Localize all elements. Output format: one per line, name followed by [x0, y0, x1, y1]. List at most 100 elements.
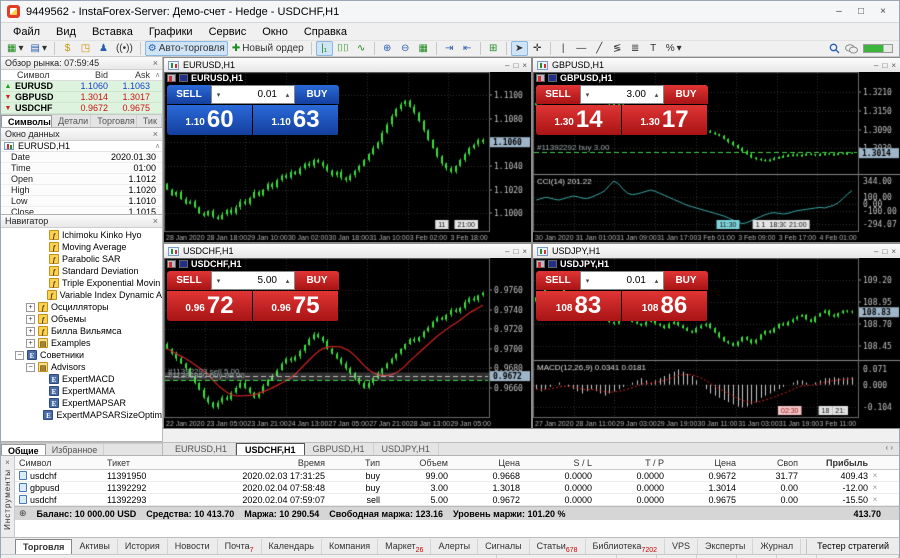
buy-price[interactable]: 10886	[622, 291, 707, 321]
buy-price[interactable]: 1.1063	[253, 105, 338, 135]
chart-close-icon[interactable]: ×	[891, 61, 896, 70]
lot-size-stepper[interactable]: ▾0.01▴	[580, 271, 664, 290]
navigator-item[interactable]: E ExpertMAPSARSizeOptim	[1, 409, 162, 421]
chart-minimize-icon[interactable]: –	[505, 247, 509, 256]
market-watch-icon[interactable]: $	[59, 41, 76, 56]
buy-button[interactable]: BUY	[664, 85, 708, 104]
menu-item[interactable]: Окно	[254, 25, 296, 39]
line-chart-icon[interactable]: ∿	[353, 41, 370, 56]
auto-scroll-icon[interactable]: ⇥	[441, 41, 458, 56]
chart-restore-icon[interactable]: □	[513, 247, 518, 256]
tree-expander-icon[interactable]	[37, 399, 46, 408]
menu-item[interactable]: Вид	[48, 25, 84, 39]
minimize-button[interactable]: –	[829, 4, 849, 20]
new-chart-button[interactable]: ▦▾	[4, 41, 26, 56]
terminal-tab[interactable]: Эксперты	[698, 539, 753, 554]
lot-increase-icon[interactable]: ▴	[650, 91, 663, 99]
bar-chart-icon[interactable]: |₁	[316, 41, 333, 56]
chart-tab[interactable]: GBPUSD,H1	[305, 443, 374, 455]
crosshair-icon[interactable]: ✛	[529, 41, 546, 56]
tab-scroll-arrows[interactable]: ‹ ›	[885, 443, 899, 455]
tree-expander-icon[interactable]: +	[26, 315, 35, 324]
navigator-item[interactable]: + f Билла Вильямса	[1, 325, 162, 337]
navigator-item[interactable]: E ExpertMAPSAR	[1, 397, 162, 409]
terminal-tab[interactable]: Алерты	[431, 539, 478, 554]
terminal-tab[interactable]: Сигналы	[478, 539, 530, 554]
market-watch-close-icon[interactable]: ×	[153, 58, 158, 68]
menu-item[interactable]: Сервис	[201, 25, 255, 39]
menu-item[interactable]: Файл	[5, 25, 48, 39]
buy-price[interactable]: 1.3017	[622, 105, 707, 135]
scroll-up-icon[interactable]: ∧	[153, 71, 162, 79]
search-icon[interactable]	[829, 43, 840, 54]
chart-close-icon[interactable]: ×	[522, 61, 527, 70]
horizontal-line-icon[interactable]: —	[573, 41, 590, 56]
market-watch-tab[interactable]: Торговля	[91, 115, 137, 127]
close-position-icon[interactable]: ×	[868, 483, 882, 492]
chart-close-icon[interactable]: ×	[891, 247, 896, 256]
terminal-side-label[interactable]: Инструменты	[3, 469, 12, 530]
menu-item[interactable]: Справка	[296, 25, 355, 39]
position-row[interactable]: gbpusd 11392292 2020.02.04 07:58:48 buy …	[15, 482, 899, 494]
chart-restore-icon[interactable]: □	[882, 61, 887, 70]
market-watch-row[interactable]: ▲ EURUSD 1.1060 1.1063	[1, 81, 162, 92]
terminal-tab[interactable]: Торговля	[15, 539, 72, 554]
menu-item[interactable]: Графики	[141, 25, 201, 39]
data-window-close-icon[interactable]: ×	[153, 129, 158, 139]
candlestick-chart-icon[interactable]: ⌷⌷	[334, 41, 352, 56]
terminal-tab[interactable]: Статьи678	[530, 539, 586, 554]
terminal-tab[interactable]: Активы	[72, 539, 117, 554]
chart-minimize-icon[interactable]: –	[874, 247, 878, 256]
market-watch-row[interactable]: ▼ USDCHF 0.9672 0.9675	[1, 103, 162, 114]
indicators-icon[interactable]: ⊞	[485, 41, 502, 56]
text-label-icon[interactable]: T	[645, 41, 662, 56]
maximize-button[interactable]: □	[851, 4, 871, 20]
chart-shift-icon[interactable]: ⇤	[459, 41, 476, 56]
chart-minimize-icon[interactable]: –	[505, 61, 509, 70]
tree-expander-icon[interactable]	[31, 411, 40, 420]
fibonacci-icon[interactable]: ≶	[609, 41, 626, 56]
close-button[interactable]: ×	[873, 4, 893, 20]
terminal-close-icon[interactable]: ×	[5, 458, 10, 467]
tree-expander-icon[interactable]: +	[26, 339, 35, 348]
chart-tab[interactable]: USDCHF,H1	[236, 443, 305, 455]
sell-price[interactable]: 0.9672	[167, 291, 252, 321]
navigator-item[interactable]: + f Осцилляторы	[1, 301, 162, 313]
tree-expander-icon[interactable]: −	[26, 363, 35, 372]
arrows-icon[interactable]: %▾	[663, 41, 685, 56]
cursor-icon[interactable]: ➤	[511, 41, 528, 56]
terminal-tab[interactable]: История	[118, 539, 168, 554]
sell-button[interactable]: SELL	[536, 271, 580, 290]
sell-button[interactable]: SELL	[167, 85, 211, 104]
buy-button[interactable]: BUY	[295, 271, 339, 290]
navigator-item[interactable]: f Ichimoku Kinko Hyo	[1, 229, 162, 241]
terminal-tab[interactable]: Календарь	[262, 539, 322, 554]
new-order-button[interactable]: ✚Новый ордер	[229, 41, 307, 56]
lot-increase-icon[interactable]: ▴	[650, 277, 663, 285]
navigator-item[interactable]: f Variable Index Dynamic A	[1, 289, 162, 301]
market-watch-tab[interactable]: Тик	[137, 115, 162, 127]
terminal-tab[interactable]: Компания	[322, 539, 378, 554]
terminal-tab[interactable]: Маркет26	[378, 539, 431, 554]
lot-decrease-icon[interactable]: ▾	[212, 277, 225, 285]
close-position-icon[interactable]: ×	[868, 495, 882, 504]
navigator-item[interactable]: f Triple Exponential Movin	[1, 277, 162, 289]
channel-icon[interactable]: ≣	[627, 41, 644, 56]
strategy-tester-label[interactable]: Тестер стратегий	[806, 539, 899, 554]
one-click-icon[interactable]	[536, 260, 545, 268]
buy-button[interactable]: BUY	[295, 85, 339, 104]
tree-expander-icon[interactable]: −	[15, 351, 24, 360]
navigator-item[interactable]: f Parabolic SAR	[1, 253, 162, 265]
tree-expander-icon[interactable]	[35, 291, 44, 300]
market-watch-tab[interactable]: Детали	[52, 115, 91, 127]
expand-icon[interactable]: ⊕	[19, 508, 27, 519]
terminal-tab[interactable]: VPS	[665, 539, 698, 554]
sell-price[interactable]: 1.1060	[167, 105, 252, 135]
terminal-tab[interactable]: Журнал	[753, 539, 801, 554]
tree-expander-icon[interactable]	[37, 243, 46, 252]
terminal-tab[interactable]: Новости	[168, 539, 218, 554]
navigator-item[interactable]: f Moving Average	[1, 241, 162, 253]
navigator-close-icon[interactable]: ×	[153, 216, 158, 226]
tree-expander-icon[interactable]	[37, 375, 46, 384]
chart-restore-icon[interactable]: □	[882, 247, 887, 256]
